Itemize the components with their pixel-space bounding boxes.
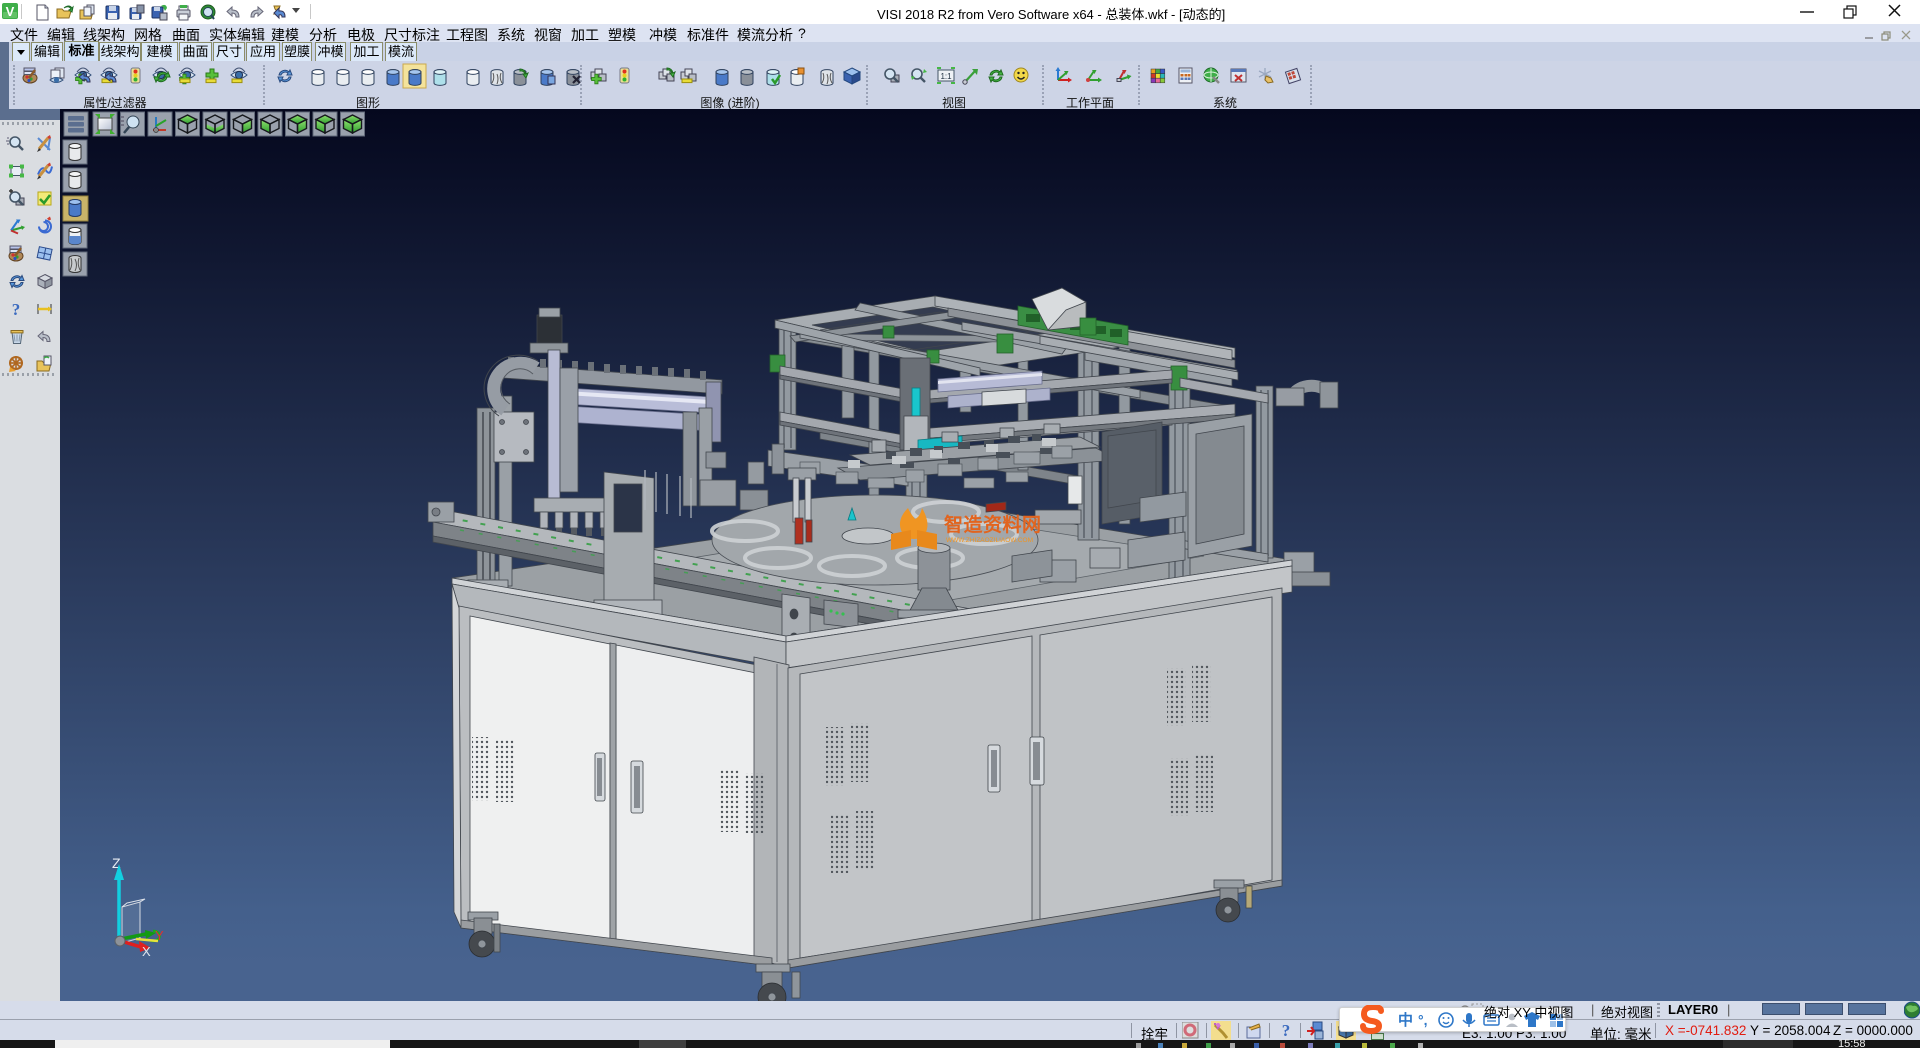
svg-text:中: 中 <box>1398 1011 1413 1029</box>
svg-text:1:1: 1:1 <box>940 72 952 81</box>
svg-text:?: ? <box>1282 1021 1291 1040</box>
svg-text:?: ? <box>12 300 21 319</box>
svg-text:°,: °, <box>1418 1012 1428 1028</box>
svg-text:V: V <box>6 4 15 19</box>
svg-text:Y: Y <box>155 928 164 943</box>
svg-text:X: X <box>142 944 151 959</box>
